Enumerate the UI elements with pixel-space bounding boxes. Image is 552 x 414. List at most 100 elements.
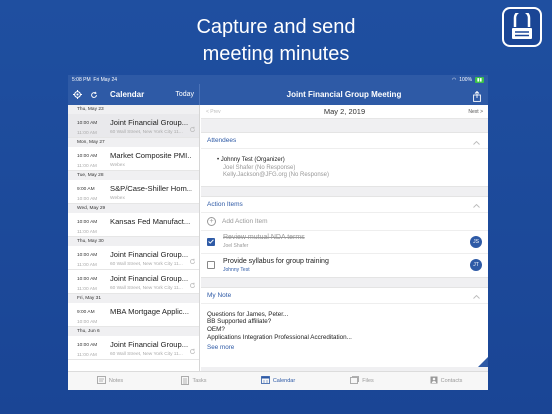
sync-icon[interactable]: [90, 86, 98, 104]
event-row[interactable]: 10:00 AM 11:00 AM Kansas Fed Manufact...: [68, 213, 199, 237]
tab-notes[interactable]: Notes: [68, 372, 152, 390]
event-times: 10:00 AM 11:00 AM: [68, 114, 110, 137]
event-info: Joint Financial Group... 60 Wall Street, …: [110, 246, 199, 269]
plus-icon: +: [207, 216, 216, 226]
page-curl-icon: [478, 356, 488, 367]
chevron-up-icon[interactable]: [473, 132, 480, 150]
tab-label: Contacts: [440, 378, 463, 384]
note-body[interactable]: Questions for James, Peter... BB Support…: [201, 304, 488, 342]
event-end: 11:00 AM: [77, 164, 97, 169]
event-start: 10:00 AM: [77, 277, 98, 282]
event-row[interactable]: 10:00 AM 11:00 AM Joint Financial Group...…: [68, 114, 199, 138]
action-items-label: Action Items: [207, 200, 243, 208]
calendar-title: Calendar: [110, 90, 145, 99]
action-item[interactable]: Provide syllabus for group training John…: [201, 254, 488, 277]
attendee-item: Kelly.Jackson@JFG.org (No Response): [223, 172, 330, 178]
sync-icon: [189, 342, 196, 360]
event-times: 10:00 AM 11:00 AM: [68, 246, 110, 269]
tab-label: Tasks: [192, 378, 207, 384]
my-note-label: My Note: [207, 291, 232, 299]
tab-tasks[interactable]: Tasks: [152, 372, 236, 390]
event-row[interactable]: 9:00 AM 10:00 AM MBA Mortgage Applic...: [68, 303, 199, 327]
attendees-header[interactable]: Attendees: [201, 133, 488, 149]
contacts-icon: [430, 376, 438, 386]
tab-calendar[interactable]: Calendar: [236, 372, 320, 390]
action-checkbox[interactable]: [207, 261, 215, 269]
event-start: 10:00 AM: [77, 121, 98, 126]
tab-files[interactable]: Files: [320, 372, 404, 390]
event-info: Joint Financial Group... 60 Wall Street, …: [110, 336, 199, 359]
sync-icon: [189, 120, 196, 138]
action-item[interactable]: Review mutual NDA terms Joel Shafer JS: [201, 231, 488, 254]
my-note-header[interactable]: My Note: [201, 288, 488, 304]
event-name: S&P/Case-Shiller Hom...: [110, 184, 192, 193]
note-line: BB Supported affiliate?: [207, 318, 272, 326]
status-bar: 5:08 PM Fri May 24 ◠ 100% ▮▮: [68, 75, 488, 84]
files-icon: [350, 376, 360, 386]
day-header: Wed, May 29: [68, 204, 199, 213]
event-start: 9:00 AM: [77, 187, 95, 192]
event-times: 10:00 AM 11:00 AM: [68, 147, 110, 170]
meeting-title: Joint Financial Group Meeting: [286, 90, 402, 99]
event-times: 9:00 AM 10:00 AM: [68, 303, 110, 326]
event-start: 10:00 AM: [77, 343, 98, 348]
note-line: Questions for James, Peter...: [207, 310, 289, 318]
event-start: 10:00 AM: [77, 220, 98, 225]
status-time: 5:08 PM Fri May 24: [72, 76, 118, 83]
today-button[interactable]: Today: [175, 91, 194, 98]
avatar[interactable]: JS: [470, 235, 482, 248]
chevron-up-icon[interactable]: [473, 195, 480, 213]
see-more-link[interactable]: See more: [201, 342, 488, 354]
action-title: Review mutual NDA terms: [223, 234, 305, 241]
event-location: 60 Wall Street, New York City 11...: [110, 286, 183, 291]
day-header: Mon, May 27: [68, 138, 199, 147]
event-name: Joint Financial Group...: [110, 340, 189, 349]
event-info: Joint Financial Group... 60 Wall Street, …: [110, 114, 199, 137]
event-times: 10:00 AM 11:00 AM: [68, 336, 110, 359]
event-info: Joint Financial Group... 60 Wall Street, …: [110, 270, 199, 293]
promo-headline-line2: meeting minutes: [202, 43, 350, 65]
note-line: OEM?: [207, 326, 225, 334]
event-row[interactable]: 10:00 AM 11:00 AM Market Composite PMI... W…: [68, 147, 199, 171]
event-start: 10:00 AM: [77, 253, 98, 258]
action-checkbox[interactable]: [207, 237, 215, 246]
event-row[interactable]: 10:00 AM 11:00 AM Joint Financial Group...…: [68, 246, 199, 270]
meeting-date: May 2, 2019: [323, 107, 366, 116]
day-header: Thu, May 23: [68, 105, 199, 114]
app-logo-icon: [502, 7, 542, 47]
event-row[interactable]: 10:00 AM 11:00 AM Joint Financial Group...…: [68, 270, 199, 294]
event-end: 11:00 AM: [77, 287, 97, 292]
action-items-header[interactable]: Action Items: [201, 197, 488, 213]
event-name: Market Composite PMI...: [110, 151, 192, 160]
prev-button[interactable]: < Prev: [206, 109, 221, 115]
event-name: Joint Financial Group...: [110, 118, 189, 127]
action-items-section: Action Items + Add Action Item Review mu…: [201, 195, 488, 278]
action-owner[interactable]: Johnny Test: [223, 267, 329, 273]
note-line: Applications Integration Professional Ac…: [207, 333, 352, 341]
meeting-header: Joint Financial Group Meeting: [200, 84, 488, 105]
tablet-screen: 5:08 PM Fri May 24 ◠ 100% ▮▮ Calendar To…: [68, 75, 488, 390]
event-name: Kansas Fed Manufact...: [110, 217, 191, 226]
meeting-detail: < Prev May 2, 2019 Next > Attendees • Jo…: [201, 105, 488, 371]
event-row[interactable]: 9:00 AM 10:00 AM S&P/Case-Shiller Hom... We…: [68, 180, 199, 204]
action-owner: Joel Shafer: [223, 243, 249, 249]
tab-label: Files: [362, 378, 374, 384]
sync-icon: [189, 276, 196, 294]
battery-percent: 100%: [459, 76, 473, 83]
settings-gear-icon[interactable]: [73, 86, 82, 104]
action-title: Provide syllabus for group training: [223, 257, 329, 265]
promo-headline-line1: Capture and send: [196, 16, 356, 38]
add-action-item-button[interactable]: + Add Action Item: [201, 213, 488, 231]
tab-contacts[interactable]: Contacts: [404, 372, 488, 390]
event-end: 10:00 AM: [77, 197, 98, 202]
event-row[interactable]: 10:00 AM 11:00 AM Joint Financial Group...…: [68, 336, 199, 360]
day-header: Thu, Jun 6: [68, 327, 199, 336]
avatar[interactable]: JT: [470, 258, 482, 271]
attendees-section: Attendees • Johnny Test (Organizer) Joel…: [201, 132, 488, 187]
calendar-icon: [260, 376, 270, 386]
attendee-organizer: • Johnny Test (Organizer): [217, 157, 285, 163]
event-info: Kansas Fed Manufact...: [110, 213, 199, 236]
day-header: Thu, May 30: [68, 237, 199, 246]
chevron-up-icon[interactable]: [473, 286, 480, 304]
next-button[interactable]: Next >: [468, 109, 483, 115]
